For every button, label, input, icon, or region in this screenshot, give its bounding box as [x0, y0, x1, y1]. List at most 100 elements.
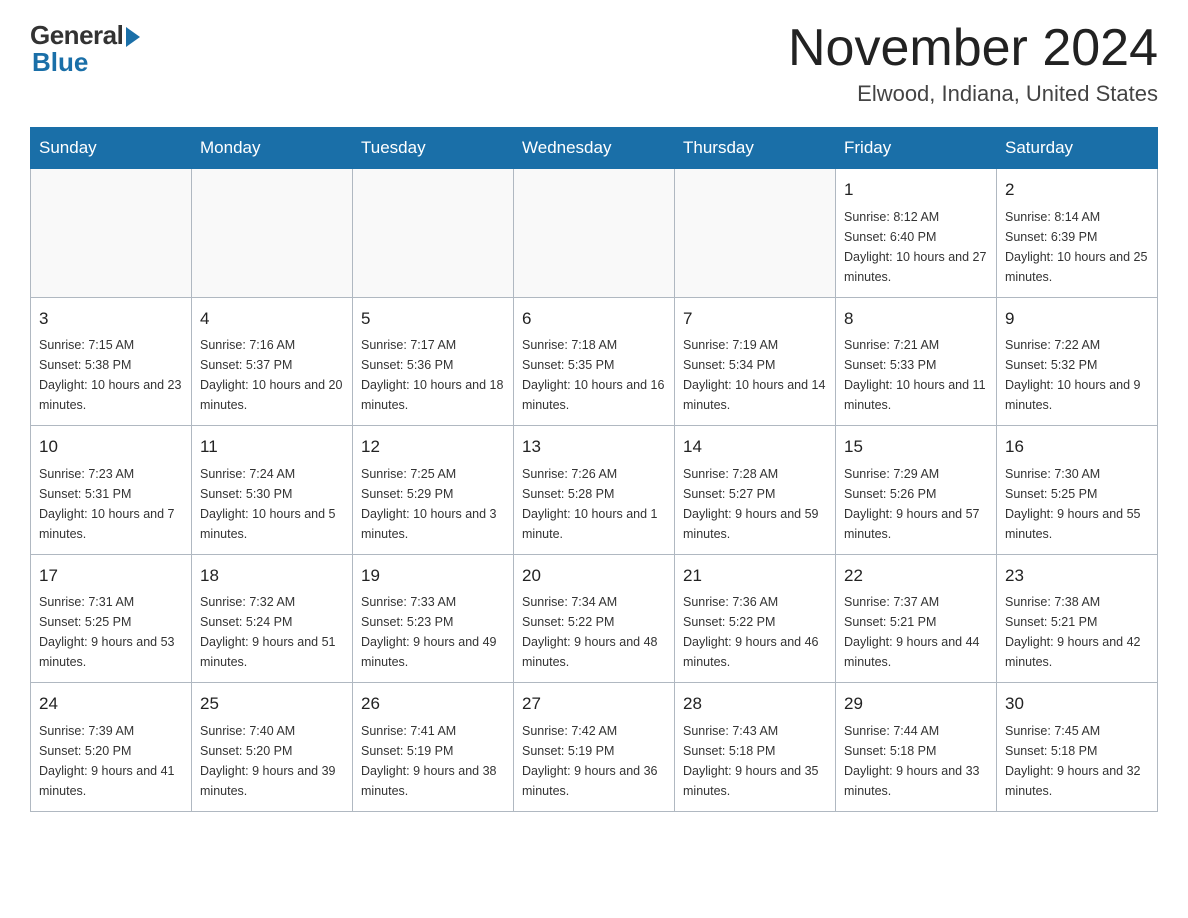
calendar-cell [675, 169, 836, 298]
calendar-cell [31, 169, 192, 298]
day-sun-info: Sunrise: 7:40 AM Sunset: 5:20 PM Dayligh… [200, 721, 344, 801]
calendar-cell: 7 Sunrise: 7:19 AM Sunset: 5:34 PM Daylig… [675, 297, 836, 426]
calendar-cell: 2 Sunrise: 8:14 AM Sunset: 6:39 PM Daylig… [997, 169, 1158, 298]
day-sun-info: Sunrise: 7:25 AM Sunset: 5:29 PM Dayligh… [361, 464, 505, 544]
day-sun-info: Sunrise: 7:21 AM Sunset: 5:33 PM Dayligh… [844, 335, 988, 415]
logo-arrow-icon [126, 27, 140, 47]
calendar-cell: 3 Sunrise: 7:15 AM Sunset: 5:38 PM Daylig… [31, 297, 192, 426]
logo: General Blue [30, 20, 140, 78]
calendar-cell: 30 Sunrise: 7:45 AM Sunset: 5:18 PM Dayli… [997, 683, 1158, 812]
day-sun-info: Sunrise: 8:12 AM Sunset: 6:40 PM Dayligh… [844, 207, 988, 287]
calendar-week-row: 10 Sunrise: 7:23 AM Sunset: 5:31 PM Dayli… [31, 426, 1158, 555]
calendar-cell [353, 169, 514, 298]
day-sun-info: Sunrise: 7:24 AM Sunset: 5:30 PM Dayligh… [200, 464, 344, 544]
day-number: 4 [200, 306, 344, 332]
day-sun-info: Sunrise: 7:38 AM Sunset: 5:21 PM Dayligh… [1005, 592, 1149, 672]
day-number: 14 [683, 434, 827, 460]
calendar-cell: 9 Sunrise: 7:22 AM Sunset: 5:32 PM Daylig… [997, 297, 1158, 426]
day-number: 15 [844, 434, 988, 460]
day-number: 6 [522, 306, 666, 332]
day-number: 9 [1005, 306, 1149, 332]
day-sun-info: Sunrise: 7:39 AM Sunset: 5:20 PM Dayligh… [39, 721, 183, 801]
calendar-cell: 22 Sunrise: 7:37 AM Sunset: 5:21 PM Dayli… [836, 554, 997, 683]
calendar-cell: 26 Sunrise: 7:41 AM Sunset: 5:19 PM Dayli… [353, 683, 514, 812]
calendar-cell: 25 Sunrise: 7:40 AM Sunset: 5:20 PM Dayli… [192, 683, 353, 812]
day-number: 26 [361, 691, 505, 717]
calendar-week-row: 24 Sunrise: 7:39 AM Sunset: 5:20 PM Dayli… [31, 683, 1158, 812]
calendar-cell [514, 169, 675, 298]
day-sun-info: Sunrise: 7:18 AM Sunset: 5:35 PM Dayligh… [522, 335, 666, 415]
day-sun-info: Sunrise: 7:34 AM Sunset: 5:22 PM Dayligh… [522, 592, 666, 672]
day-number: 19 [361, 563, 505, 589]
weekday-header-saturday: Saturday [997, 128, 1158, 169]
day-number: 30 [1005, 691, 1149, 717]
day-number: 7 [683, 306, 827, 332]
day-number: 16 [1005, 434, 1149, 460]
day-number: 25 [200, 691, 344, 717]
day-sun-info: Sunrise: 7:22 AM Sunset: 5:32 PM Dayligh… [1005, 335, 1149, 415]
calendar-cell: 15Sunrise: 7:29 AM Sunset: 5:26 PM Dayli… [836, 426, 997, 555]
day-number: 24 [39, 691, 183, 717]
day-number: 20 [522, 563, 666, 589]
day-sun-info: Sunrise: 7:44 AM Sunset: 5:18 PM Dayligh… [844, 721, 988, 801]
day-number: 27 [522, 691, 666, 717]
calendar-week-row: 17Sunrise: 7:31 AM Sunset: 5:25 PM Dayli… [31, 554, 1158, 683]
calendar-cell: 28 Sunrise: 7:43 AM Sunset: 5:18 PM Dayli… [675, 683, 836, 812]
calendar-cell: 18 Sunrise: 7:32 AM Sunset: 5:24 PM Dayli… [192, 554, 353, 683]
calendar-cell: 6 Sunrise: 7:18 AM Sunset: 5:35 PM Daylig… [514, 297, 675, 426]
calendar-cell: 10 Sunrise: 7:23 AM Sunset: 5:31 PM Dayli… [31, 426, 192, 555]
weekday-header-tuesday: Tuesday [353, 128, 514, 169]
day-sun-info: Sunrise: 7:45 AM Sunset: 5:18 PM Dayligh… [1005, 721, 1149, 801]
calendar-cell: 24 Sunrise: 7:39 AM Sunset: 5:20 PM Dayli… [31, 683, 192, 812]
day-number: 5 [361, 306, 505, 332]
day-sun-info: Sunrise: 7:42 AM Sunset: 5:19 PM Dayligh… [522, 721, 666, 801]
day-number: 17 [39, 563, 183, 589]
calendar-week-row: 3 Sunrise: 7:15 AM Sunset: 5:38 PM Daylig… [31, 297, 1158, 426]
day-number: 21 [683, 563, 827, 589]
calendar-cell: 27 Sunrise: 7:42 AM Sunset: 5:19 PM Dayli… [514, 683, 675, 812]
day-number: 22 [844, 563, 988, 589]
weekday-header-row: SundayMondayTuesdayWednesdayThursdayFrid… [31, 128, 1158, 169]
calendar-cell: 19 Sunrise: 7:33 AM Sunset: 5:23 PM Dayli… [353, 554, 514, 683]
day-number: 29 [844, 691, 988, 717]
day-sun-info: Sunrise: 7:23 AM Sunset: 5:31 PM Dayligh… [39, 464, 183, 544]
calendar-week-row: 1Sunrise: 8:12 AM Sunset: 6:40 PM Daylig… [31, 169, 1158, 298]
page-header: General Blue November 2024 Elwood, India… [30, 20, 1158, 107]
calendar-cell: 29 Sunrise: 7:44 AM Sunset: 5:18 PM Dayli… [836, 683, 997, 812]
day-number: 10 [39, 434, 183, 460]
day-sun-info: Sunrise: 7:41 AM Sunset: 5:19 PM Dayligh… [361, 721, 505, 801]
day-number: 8 [844, 306, 988, 332]
day-sun-info: Sunrise: 7:33 AM Sunset: 5:23 PM Dayligh… [361, 592, 505, 672]
day-sun-info: Sunrise: 7:26 AM Sunset: 5:28 PM Dayligh… [522, 464, 666, 544]
day-number: 28 [683, 691, 827, 717]
day-sun-info: Sunrise: 7:19 AM Sunset: 5:34 PM Dayligh… [683, 335, 827, 415]
month-year-title: November 2024 [788, 20, 1158, 77]
calendar-cell: 16Sunrise: 7:30 AM Sunset: 5:25 PM Dayli… [997, 426, 1158, 555]
day-sun-info: Sunrise: 7:15 AM Sunset: 5:38 PM Dayligh… [39, 335, 183, 415]
day-sun-info: Sunrise: 7:28 AM Sunset: 5:27 PM Dayligh… [683, 464, 827, 544]
day-number: 11 [200, 434, 344, 460]
day-sun-info: Sunrise: 7:16 AM Sunset: 5:37 PM Dayligh… [200, 335, 344, 415]
weekday-header-wednesday: Wednesday [514, 128, 675, 169]
day-number: 18 [200, 563, 344, 589]
calendar-cell: 5Sunrise: 7:17 AM Sunset: 5:36 PM Daylig… [353, 297, 514, 426]
day-sun-info: Sunrise: 7:36 AM Sunset: 5:22 PM Dayligh… [683, 592, 827, 672]
calendar-cell: 1Sunrise: 8:12 AM Sunset: 6:40 PM Daylig… [836, 169, 997, 298]
calendar-table: SundayMondayTuesdayWednesdayThursdayFrid… [30, 127, 1158, 812]
weekday-header-friday: Friday [836, 128, 997, 169]
day-number: 2 [1005, 177, 1149, 203]
day-number: 23 [1005, 563, 1149, 589]
weekday-header-monday: Monday [192, 128, 353, 169]
day-sun-info: Sunrise: 7:37 AM Sunset: 5:21 PM Dayligh… [844, 592, 988, 672]
day-sun-info: Sunrise: 7:32 AM Sunset: 5:24 PM Dayligh… [200, 592, 344, 672]
calendar-cell: 13 Sunrise: 7:26 AM Sunset: 5:28 PM Dayli… [514, 426, 675, 555]
calendar-cell: 21 Sunrise: 7:36 AM Sunset: 5:22 PM Dayli… [675, 554, 836, 683]
calendar-cell: 17Sunrise: 7:31 AM Sunset: 5:25 PM Dayli… [31, 554, 192, 683]
day-number: 13 [522, 434, 666, 460]
day-sun-info: Sunrise: 7:43 AM Sunset: 5:18 PM Dayligh… [683, 721, 827, 801]
calendar-cell: 23 Sunrise: 7:38 AM Sunset: 5:21 PM Dayli… [997, 554, 1158, 683]
day-sun-info: Sunrise: 8:14 AM Sunset: 6:39 PM Dayligh… [1005, 207, 1149, 287]
calendar-cell [192, 169, 353, 298]
weekday-header-sunday: Sunday [31, 128, 192, 169]
day-number: 3 [39, 306, 183, 332]
